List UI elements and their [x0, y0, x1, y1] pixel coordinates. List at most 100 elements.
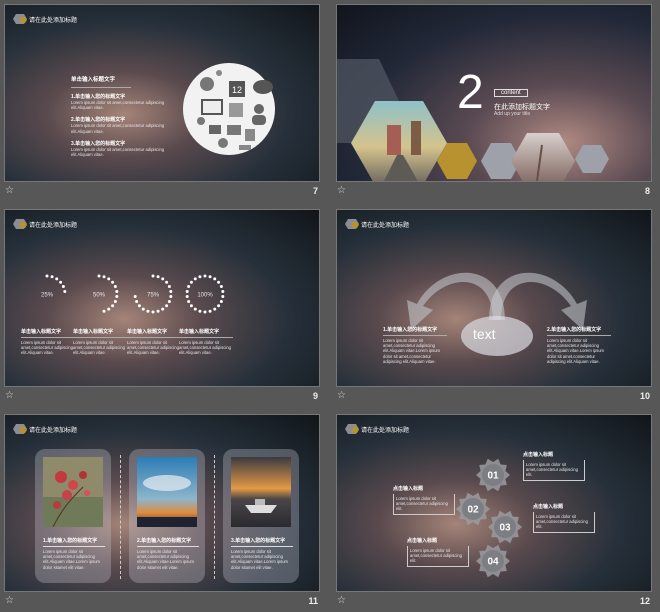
- progress-item: 50% 单击输入标题文字 Lorem ipsum dolor sit amet,co…: [73, 272, 127, 356]
- progress-dot: [115, 289, 119, 293]
- section-subtitle: Add up your title: [494, 111, 531, 117]
- progress-dot: [107, 307, 111, 311]
- star-icon[interactable]: ☆: [337, 185, 346, 196]
- gear-icon: 02: [456, 492, 490, 526]
- slide-thumbnail-10[interactable]: 请在此处添加标题 text 1.单击输入您的标题文字 Lorem ipsum d…: [332, 205, 652, 407]
- item-body: Lorem ipsum dolor sit amet,consectetur a…: [547, 338, 605, 364]
- gear-number: 02: [467, 505, 479, 516]
- gear-icon: 03: [488, 510, 522, 544]
- divider: [179, 337, 233, 338]
- boat-photo: [231, 457, 291, 527]
- gear-number: 01: [487, 471, 499, 482]
- note-heading: 点击输入标题: [533, 504, 564, 510]
- progress-dot: [169, 295, 173, 299]
- divider: [43, 546, 105, 547]
- hexagon-icon: [13, 219, 27, 229]
- progress-label: 25%: [41, 293, 54, 299]
- slide-footer: ☆ 8: [336, 184, 652, 200]
- card-body: Lorem ipsum dolor sit amet,consectetur a…: [137, 549, 195, 570]
- star-icon[interactable]: ☆: [5, 185, 14, 196]
- divider: [127, 337, 181, 338]
- progress-dot: [55, 277, 59, 281]
- card-body: Lorem ipsum dolor sit amet,consectetur a…: [231, 549, 289, 570]
- slide-canvas: 请在此处添加标题 1.单击输入您的标题文字 Lorem ipsum dolor …: [4, 414, 320, 592]
- progress-dot: [189, 280, 193, 284]
- gear-number: 04: [487, 557, 499, 568]
- note-body: Lorem ipsum dolor sit amet,consectetur a…: [393, 494, 455, 515]
- progress-dot: [146, 309, 150, 313]
- progress-label: 100%: [197, 293, 213, 299]
- progress-dot: [213, 307, 217, 311]
- item-heading: 2.单击输入您的标题文字: [71, 117, 126, 124]
- progress-dot: [63, 289, 67, 293]
- list-item: 3.单击输入您的标题文字 Lorem ipsum dolor sit amet,…: [71, 140, 171, 157]
- item-body: Lorem ipsum dolor sit amet,consectetur a…: [71, 100, 165, 111]
- star-icon[interactable]: ☆: [337, 595, 346, 606]
- progress-dot: [135, 299, 139, 303]
- text-block-left: 1.单击输入您的标题文字 Lorem ipsum dolor sit amet,…: [383, 326, 447, 364]
- star-icon[interactable]: ☆: [5, 595, 14, 606]
- progress-dot: [169, 289, 173, 293]
- slide-number: 10: [639, 391, 650, 401]
- item-body: Lorem ipsum dolor sit amet,consectetur a…: [71, 146, 165, 158]
- divider: [21, 337, 75, 338]
- progress-dot: [151, 274, 155, 278]
- section-number: 2: [457, 66, 484, 119]
- hexagon-icon: [345, 219, 359, 229]
- card-body: Lorem ipsum dolor sit amet,consectetur a…: [43, 549, 101, 570]
- slide-thumbnail-8[interactable]: 2 content 在此添加标题文字 Add up your title ☆ 8: [332, 0, 652, 202]
- divider: [137, 546, 199, 547]
- note-box: 点击输入标题 Lorem ipsum dolor sit amet,consec…: [407, 537, 469, 567]
- progress-dot: [208, 275, 212, 279]
- slide-header-title: 请在此处添加标题: [29, 428, 78, 434]
- progress-dot: [161, 307, 165, 311]
- progress-dot: [137, 304, 141, 308]
- divider: [547, 335, 611, 336]
- progress-dot: [111, 280, 115, 284]
- slide-thumbnail-9[interactable]: 请在此处添加标题 25% 单击输入标题文字 Lorem ipsum dolor si…: [0, 205, 320, 407]
- content-badge: content: [494, 89, 528, 97]
- slide-number: 8: [644, 186, 650, 196]
- progress-dot: [156, 309, 160, 313]
- slide-thumbnail-7[interactable]: 请在此处添加标题 单击输入标题文字 1.单击输入您的标题文字 Lorem ips…: [0, 0, 320, 202]
- photo-card: 1.单击输入您的标题文字 Lorem ipsum dolor sit amet,…: [35, 449, 111, 583]
- slide-footer: ☆ 10: [336, 389, 652, 405]
- slide-canvas: 请在此处添加标题 单击输入标题文字 1.单击输入您的标题文字 Lorem ips…: [4, 4, 320, 182]
- progress-dot: [193, 277, 197, 281]
- progress-label: 75%: [147, 293, 160, 299]
- progress-dot: [203, 274, 207, 278]
- progress-dot: [59, 280, 63, 284]
- progress-dot: [198, 275, 202, 279]
- divider: [383, 335, 447, 336]
- progress-ring: 50%: [93, 274, 119, 313]
- slide-footer: ☆ 12: [336, 594, 652, 610]
- slide-number: 12: [639, 596, 650, 606]
- slide-thumbnail-11[interactable]: 请在此处添加标题 1.单击输入您的标题文字 Lorem ipsum dolor …: [0, 410, 320, 612]
- progress-dot: [102, 309, 106, 313]
- list-item: 2.单击输入您的标题文字 Lorem ipsum dolor sit amet,…: [71, 116, 171, 133]
- sky-photo: [137, 457, 197, 527]
- star-icon[interactable]: ☆: [337, 390, 346, 401]
- slide-canvas: 请在此处添加标题 text 1.单击输入您的标题文字 Lorem ipsum d…: [336, 209, 652, 387]
- star-icon[interactable]: ☆: [5, 390, 14, 401]
- note-heading: 点击输入标题: [393, 486, 424, 492]
- progress-dot: [111, 304, 115, 308]
- item-body: Lorem ipsum dolor sit amet,consectetur a…: [179, 340, 231, 356]
- note-box: 点击输入标题 Lorem ipsum dolor sit amet,consec…: [533, 503, 595, 533]
- text-block: 单击输入标题文字 1.单击输入您的标题文字 Lorem ipsum dolor …: [71, 75, 171, 157]
- hexagon-icon: [13, 14, 27, 24]
- progress-dot: [161, 277, 165, 281]
- progress-dot: [45, 274, 49, 278]
- progress-dot: [61, 285, 65, 289]
- progress-dot: [187, 299, 191, 303]
- gear-icon: 04: [476, 544, 510, 578]
- progress-dot: [97, 274, 101, 278]
- progress-dot: [213, 277, 217, 281]
- item-heading: 1.单击输入您的标题文字: [383, 327, 438, 333]
- icon-cluster-graphic: 12: [183, 63, 275, 155]
- slide-thumbnail-12[interactable]: 请在此处添加标题 01 02 03 04 点击输入标题 Lorem ipsum dol…: [332, 410, 652, 612]
- progress-ring: 100%: [185, 274, 225, 314]
- item-heading: 单击输入标题文字: [73, 329, 114, 335]
- slide-canvas: 请在此处添加标题 01 02 03 04 点击输入标题 Lorem ipsum dol…: [336, 414, 652, 592]
- item-body: Lorem ipsum dolor sit amet,consectetur a…: [383, 338, 441, 364]
